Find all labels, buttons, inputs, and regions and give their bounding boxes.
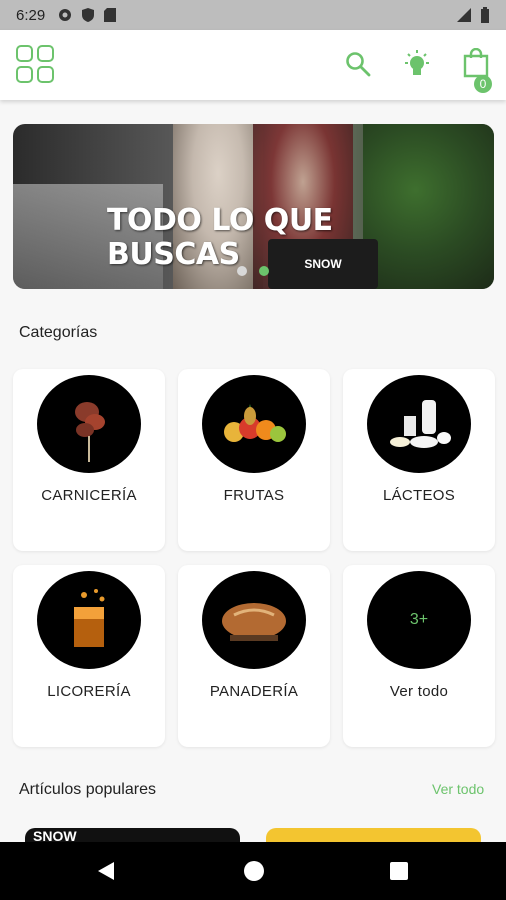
app-bar: 0: [0, 30, 506, 100]
status-bar: 6:29: [0, 0, 506, 30]
category-card-carniceria[interactable]: CARNICERÍA: [13, 369, 165, 551]
category-label: LÁCTEOS: [382, 487, 456, 504]
popular-title: Artículos populares: [19, 781, 156, 798]
grid-menu-icon[interactable]: [16, 45, 54, 83]
category-card-panaderia[interactable]: PANADERÍA: [178, 565, 330, 747]
fruits-image: [202, 375, 306, 473]
banner-headline: TODO LO QUE BUSCAS: [107, 204, 333, 272]
signal-icon: [457, 8, 471, 22]
bread-image: [202, 571, 306, 669]
carousel-dots: [237, 266, 269, 276]
carousel-dot-active[interactable]: [259, 266, 269, 276]
recents-icon[interactable]: [390, 862, 408, 880]
shopping-bag-icon[interactable]: [462, 48, 490, 78]
category-card-lacteos[interactable]: LÁCTEOS: [343, 369, 495, 551]
banner-headline-line2: BUSCAS: [107, 237, 240, 272]
carousel-dot[interactable]: [237, 266, 247, 276]
home-icon[interactable]: [244, 861, 264, 881]
settings-icon: [59, 9, 72, 21]
status-time: 6:29: [16, 6, 46, 24]
popular-products-strip: SNOW: [0, 828, 506, 842]
lightbulb-icon[interactable]: [402, 49, 432, 79]
more-badge: 3+: [367, 571, 471, 669]
product-card[interactable]: [266, 828, 481, 842]
liquor-image: [37, 571, 141, 669]
meat-image: [37, 375, 141, 473]
see-all-link[interactable]: Ver todo: [432, 781, 484, 797]
system-nav-bar: [0, 842, 506, 900]
product-card[interactable]: SNOW: [25, 828, 240, 842]
back-icon[interactable]: [96, 861, 116, 881]
promo-banner[interactable]: SNOW TODO LO QUE BUSCAS: [13, 124, 494, 289]
banner-headline-line1: TODO LO QUE: [107, 203, 333, 238]
battery-icon: [481, 7, 489, 23]
category-label: CARNICERÍA: [41, 487, 137, 504]
category-card-licoreria[interactable]: LICORERÍA: [13, 565, 165, 747]
status-icons: [57, 7, 117, 23]
category-label: Ver todo: [389, 683, 449, 700]
categories-title: Categorías: [19, 324, 98, 341]
category-label: PANADERÍA: [209, 683, 299, 700]
sd-card-icon: [104, 8, 117, 22]
product-brand-text: SNOW: [33, 828, 77, 842]
category-label: FRUTAS: [223, 487, 285, 504]
cart-count-badge: 0: [474, 75, 492, 93]
banner-plants-image: [363, 124, 494, 289]
category-label: LICORERÍA: [47, 683, 131, 700]
category-card-ver-todo[interactable]: 3+ Ver todo: [343, 565, 495, 747]
status-right-icons: [456, 6, 490, 24]
shield-icon: [82, 8, 95, 22]
category-card-frutas[interactable]: FRUTAS: [178, 369, 330, 551]
dairy-image: [367, 375, 471, 473]
more-count: 3+: [409, 611, 429, 628]
search-icon[interactable]: [344, 50, 372, 78]
